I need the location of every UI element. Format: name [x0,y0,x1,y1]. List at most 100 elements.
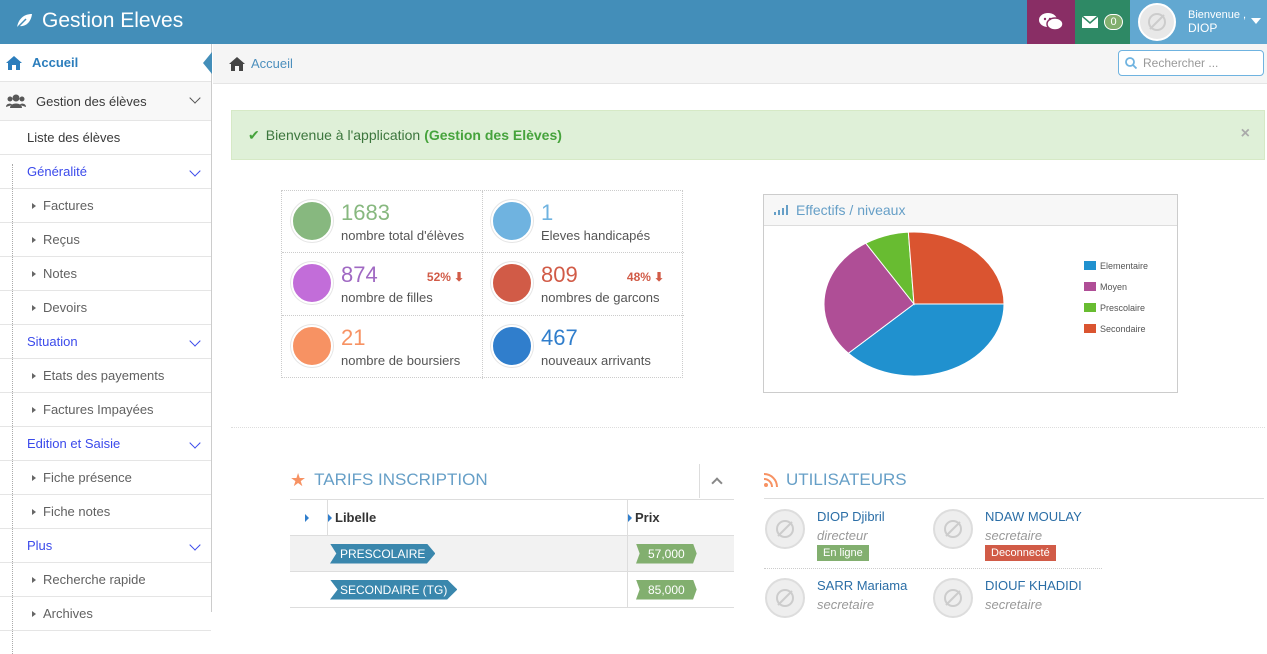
sidebar-item-gestion-eleves[interactable]: Gestion des élèves [0,82,211,121]
users-title: UTILISATEURS [786,470,907,489]
user-card[interactable]: SARR Mariama secretaire [765,575,930,645]
sidebar-item-label: Reçus [43,232,80,247]
stat-value: 809 [541,262,578,287]
caret-down-icon [1251,18,1261,24]
stat-filles: 874 nombre de filles 52% ⬇ [282,253,482,315]
sidebar-item-archives[interactable]: Archives [0,597,211,631]
divider [764,568,1102,569]
table-header-cell[interactable]: Prix [628,500,734,535]
user-info: Bienvenue , DIOP [1188,9,1246,36]
sidebar-item-factures-impayees[interactable]: Factures Impayées [0,393,211,427]
stat-total-eleves: 1683 nombre total d'élèves [282,191,482,253]
table-cell: PRESCOLAIRE [290,536,628,571]
close-icon[interactable]: × [1241,125,1250,143]
stat-percent-value: 52% [426,270,451,284]
caret-right-icon [32,304,36,311]
table-row[interactable]: SECONDAIRE (TG) 85,000 [290,572,734,608]
alert-text: Bienvenue à l'application [265,127,421,143]
breadcrumb-home[interactable]: Accueil [229,56,293,71]
sidebar-item-etats-payements[interactable]: Etats des payements [0,359,211,393]
stat-label: nombre total d'élèves [341,228,465,243]
status-badge: En ligne [817,545,869,561]
sidebar-item-factures[interactable]: Factures [0,189,211,223]
chevron-down-icon [189,437,201,449]
user-card[interactable]: NDAW MOULAY secretaire Deconnecté [933,506,1098,576]
user-name[interactable]: SARR Mariama [817,578,907,593]
search-input[interactable]: Rechercher ... [1118,50,1264,76]
user-role: secretaire [985,597,1043,612]
sidebar-item-fiche-notes[interactable]: Fiche notes [0,495,211,529]
legend-swatch [1084,303,1096,312]
stat-value: 874 [341,262,378,287]
pie-chart [823,231,1005,377]
sidebar-group-edition-saisie[interactable]: Edition et Saisie [0,427,211,461]
caret-right-icon [628,513,632,522]
stat-label: nombre de boursiers [341,353,461,368]
check-icon: ✔ [248,126,260,143]
stat-value: 1 [541,200,554,225]
chevron-down-icon [189,539,201,551]
stat-percent-value: 48% [626,270,651,284]
sidebar-group-situation[interactable]: Situation [0,325,211,359]
sidebar-item-fiche-presence[interactable]: Fiche présence [0,461,211,495]
avatar-placeholder-icon [776,520,794,538]
user-menu[interactable]: Bienvenue , DIOP [1130,0,1267,44]
user-name[interactable]: DIOP Djibril [817,509,885,524]
user-card[interactable]: DIOP Djibril directeur En ligne [765,506,930,576]
caret-right-icon [32,508,36,515]
search-icon [1125,57,1137,69]
chart-widget: Effectifs / niveaux Elementaire Moyen Pres… [763,194,1178,393]
chat-button[interactable] [1027,0,1075,44]
legend-swatch [1084,282,1096,291]
legend-swatch [1084,324,1096,333]
table-cell: 85,000 [628,572,734,607]
legend-label: Elementaire [1100,260,1149,271]
chevron-up-icon [711,477,723,489]
sidebar-item-label: Liste des élèves [27,130,121,145]
navbar: Gestion Eleves 0 Bienvenue , DIOP [0,0,1267,44]
sidebar-item-notes[interactable]: Notes [0,257,211,291]
users-header: UTILISATEURS [764,462,1164,498]
table-row[interactable]: PRESCOLAIRE 57,000 [290,536,734,572]
mail-button[interactable]: 0 [1075,0,1130,44]
user-name[interactable]: DIOUF KHADIDI [985,578,1082,593]
pie-slice-secondaire[interactable] [907,231,1005,305]
table-header-cell[interactable]: Libelle [328,500,628,535]
collapse-button[interactable] [699,464,734,498]
stats-panel: 1683 nombre total d'élèves 1 Eleves hand… [281,190,684,379]
sidebar-group-generalite[interactable]: Généralité [0,155,211,189]
users-icon [491,200,533,242]
sidebar-item-recherche-rapide[interactable]: Recherche rapide [0,563,211,597]
avatar-placeholder-icon [944,520,962,538]
stat-handicapes: 1 Eleves handicapés [482,191,682,253]
users-icon [491,325,533,367]
user-role: secretaire [817,597,875,612]
sidebar-item-label: Etats des payements [43,368,165,383]
sidebar-item-accueil[interactable]: Accueil [0,44,212,82]
users-icon [6,94,26,108]
avatar [933,509,973,549]
breadcrumb-label: Accueil [251,56,293,71]
stat-label: nouveaux arrivants [541,353,651,368]
sidebar-tree-line [12,164,13,654]
user-card[interactable]: DIOUF KHADIDI secretaire [933,575,1098,645]
user-name[interactable]: NDAW MOULAY [985,509,1082,524]
sidebar-group-plus[interactable]: Plus [0,529,211,563]
caret-right-icon [32,236,36,243]
sidebar-item-label: Notes [43,266,77,281]
sidebar-item-liste-eleves[interactable]: Liste des élèves [0,121,211,155]
home-icon [6,55,22,70]
sidebar-item-label: Situation [27,334,78,349]
app-brand[interactable]: Gestion Eleves [14,9,183,33]
sidebar-item-label: Fiche présence [43,470,132,485]
column-header-prix: Prix [635,510,660,525]
sidebar-item-devoirs[interactable]: Devoirs [0,291,211,325]
sidebar-item-recus[interactable]: Reçus [0,223,211,257]
chart-title: Effectifs / niveaux [796,202,906,218]
libelle-tag: PRESCOLAIRE [330,543,436,564]
sidebar-item-label: Archives [43,606,93,621]
sidebar-item-label: Plus [27,538,53,553]
caret-right-icon [305,513,309,522]
stat-nouveaux: 467 nouveaux arrivants [482,316,682,378]
stat-percent: 52% ⬇ [427,270,464,284]
